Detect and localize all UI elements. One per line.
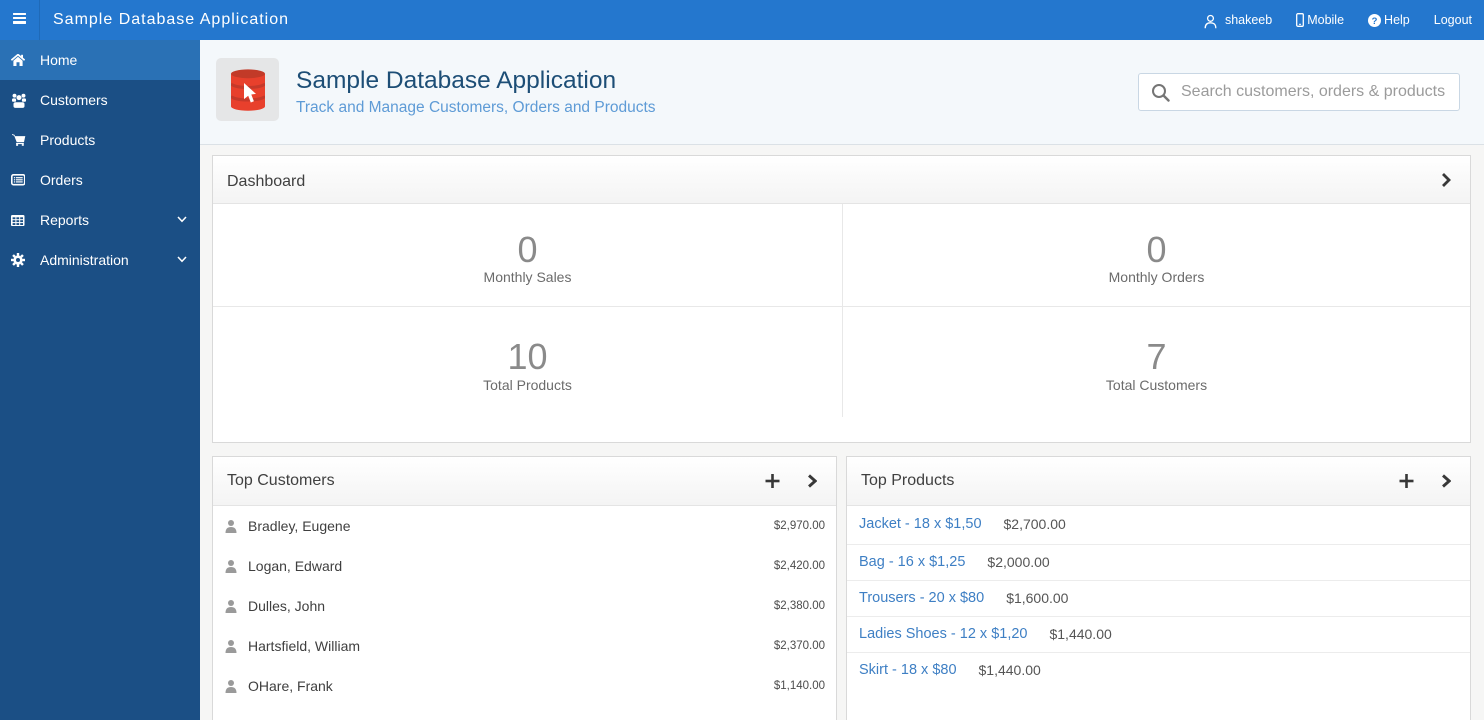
svg-text:?: ? — [1372, 16, 1378, 27]
